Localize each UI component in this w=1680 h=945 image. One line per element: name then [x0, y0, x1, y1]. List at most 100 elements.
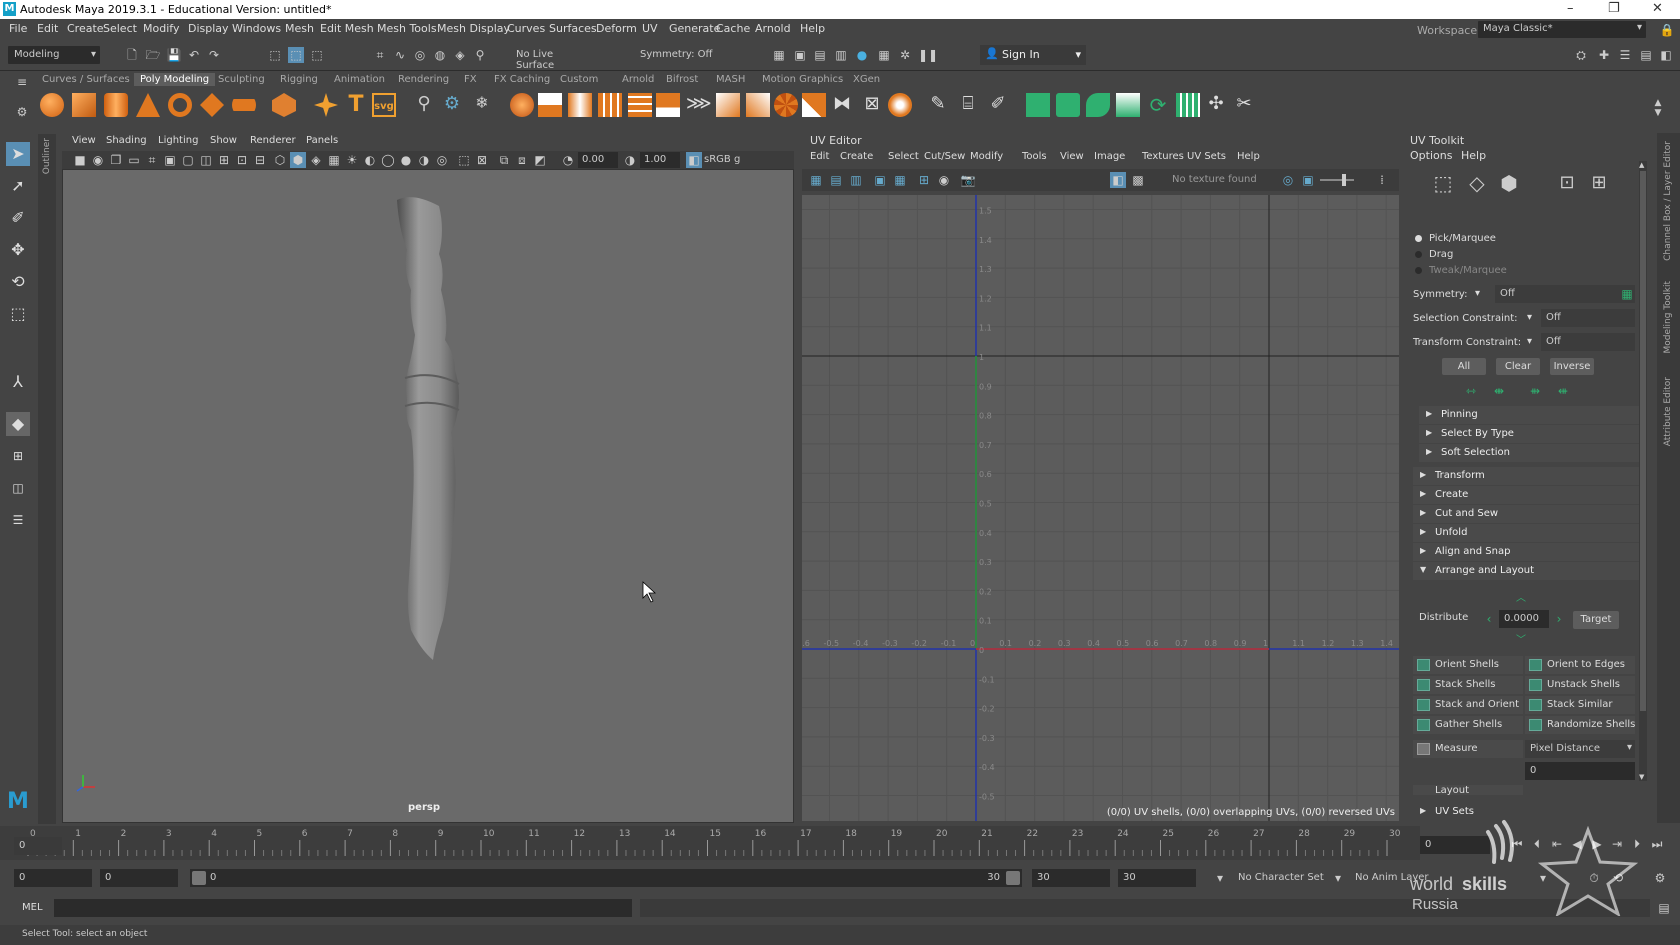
- playback-end-field[interactable]: 30: [1032, 869, 1110, 887]
- gather-shells-button[interactable]: Gather Shells: [1413, 716, 1523, 734]
- target-weld-icon[interactable]: [716, 93, 740, 117]
- use-all-lights-icon[interactable]: ☀: [344, 152, 360, 168]
- shelf-tab-motion-graphics[interactable]: Motion Graphics: [762, 74, 843, 85]
- viewport-menu-show[interactable]: Show: [210, 135, 237, 146]
- xray-joints-icon[interactable]: ⧉: [496, 152, 512, 168]
- uv-grid-canvas[interactable]: 1.5 1.4 1.3 1.2 1.1 1 0.9 0.8 0.7 0.6 0.5 0.4 0.3 0.2…: [802, 195, 1399, 821]
- uv-unfold-icon[interactable]: [1056, 93, 1080, 117]
- bookmark-icon[interactable]: ❐: [108, 152, 124, 168]
- live-surface-field[interactable]: No Live Surface: [510, 46, 595, 71]
- planar-mapping-icon[interactable]: ✎: [926, 93, 950, 117]
- randomize-shells-button[interactable]: Randomize Shells: [1525, 716, 1635, 734]
- close-icon[interactable]: ✕: [1652, 1, 1663, 16]
- section-pinning[interactable]: Pinning: [1419, 406, 1639, 424]
- script-editor-icon[interactable]: ▤: [1656, 900, 1672, 916]
- viewport-menu-view[interactable]: View: [72, 135, 96, 146]
- combine-icon[interactable]: ⚲: [412, 93, 436, 117]
- minimize-icon[interactable]: –: [1567, 1, 1574, 16]
- uv-border-icon[interactable]: ▣: [872, 172, 888, 188]
- select-object-icon[interactable]: ⬚: [288, 47, 304, 63]
- chevron-down-icon[interactable]: ▾: [1475, 288, 1480, 299]
- menu-modify[interactable]: Modify: [143, 22, 179, 35]
- attribute-editor-icon[interactable]: ✚: [1596, 47, 1612, 63]
- motion-blur-icon[interactable]: ●: [398, 152, 414, 168]
- exposure-slider[interactable]: [1320, 179, 1354, 181]
- poly-cube-icon[interactable]: [72, 93, 96, 117]
- uv-layout-icon[interactable]: [1086, 93, 1110, 117]
- film-gate-icon[interactable]: ▣: [162, 152, 178, 168]
- shrink-selection-icon[interactable]: ⇼: [1491, 383, 1507, 399]
- smooth-shade-icon[interactable]: ⬢: [290, 152, 306, 168]
- uv-menu-create[interactable]: Create: [840, 151, 873, 162]
- section-transform[interactable]: Transform: [1413, 467, 1639, 485]
- gamma-value-icon[interactable]: ◑: [622, 152, 638, 168]
- sign-in-button[interactable]: 👤 Sign In ▾: [980, 45, 1086, 65]
- undo-icon[interactable]: ↶: [186, 47, 202, 63]
- orient-to-edges-button[interactable]: Orient to Edges: [1525, 656, 1635, 674]
- auto-key-icon[interactable]: ⟲: [1610, 870, 1626, 886]
- poly-cone-icon[interactable]: [136, 93, 160, 117]
- select-uv-shell-icon[interactable]: ⊡: [1555, 174, 1579, 199]
- section-unfold[interactable]: Unfold: [1413, 524, 1639, 542]
- quad-draw-icon[interactable]: [774, 93, 798, 117]
- shelf-tab-rigging[interactable]: Rigging: [280, 74, 318, 85]
- uv-menu-tools[interactable]: Tools: [1022, 151, 1047, 162]
- shelf-settings-icon[interactable]: ⚙: [14, 104, 30, 120]
- scroll-up-icon[interactable]: ▲: [1639, 161, 1644, 169]
- transform-constraint-dropdown[interactable]: Off: [1541, 333, 1635, 351]
- menu-mesh-tools[interactable]: Mesh Tools: [377, 22, 437, 35]
- menu-create[interactable]: Create: [67, 22, 104, 35]
- shelf-menu-icon[interactable]: ≡: [14, 74, 30, 90]
- texture-dropdown[interactable]: No texture found: [1172, 174, 1257, 185]
- resolution-gate-icon[interactable]: ▢: [180, 152, 196, 168]
- chevron-down-icon[interactable]: ▾: [1527, 312, 1532, 323]
- distribute-down-icon[interactable]: ﹀: [1513, 633, 1529, 649]
- uv-menu-modify[interactable]: Modify: [970, 151, 1003, 162]
- select-all-button[interactable]: All: [1442, 358, 1486, 375]
- menu-deform[interactable]: Deform: [596, 22, 637, 35]
- outliner-layout-icon[interactable]: ☰: [6, 508, 30, 532]
- snap-curve-icon[interactable]: ∿: [392, 47, 408, 63]
- shelf-scroll-down-icon[interactable]: ▼: [1650, 105, 1666, 121]
- clear-selection-button[interactable]: Clear: [1496, 358, 1540, 375]
- field-chart-icon[interactable]: ⊞: [216, 152, 232, 168]
- two-view-layout-icon[interactable]: ◫: [6, 476, 30, 500]
- uv-menu-uv-sets[interactable]: UV Sets: [1187, 151, 1226, 162]
- section-select-by-type[interactable]: Select By Type: [1419, 425, 1639, 443]
- toolbar-collapse-icon[interactable]: ⁞: [1374, 172, 1390, 188]
- menu-select[interactable]: Select: [103, 22, 137, 35]
- uv-cut-icon[interactable]: [1116, 93, 1140, 117]
- multi-cut-icon[interactable]: ⋙: [686, 93, 712, 117]
- range-start-handle[interactable]: [192, 871, 206, 885]
- unstack-shells-button[interactable]: Unstack Shells: [1525, 676, 1635, 694]
- wireframe-icon[interactable]: ⬡: [272, 152, 288, 168]
- measure-button[interactable]: Measure: [1413, 740, 1523, 758]
- attribute-editor-tab[interactable]: Attribute Editor: [1663, 377, 1673, 446]
- rotate-tool-icon[interactable]: ⟲: [6, 270, 30, 294]
- workspace-dropdown[interactable]: Maya Classic* ▾: [1478, 21, 1646, 38]
- section-cut-and-sew[interactable]: Cut and Sew: [1413, 505, 1639, 523]
- invert-selection-button[interactable]: Inverse: [1550, 358, 1594, 375]
- bevel-icon[interactable]: [598, 93, 622, 117]
- select-tool-icon[interactable]: ➤: [6, 142, 30, 166]
- uv-snapshot-camera-icon[interactable]: 📷: [960, 172, 976, 188]
- manipulator-icon[interactable]: ⅄: [6, 370, 30, 394]
- animation-start-field[interactable]: 0: [14, 869, 92, 887]
- uv-frame-icon[interactable]: ▥: [848, 172, 864, 188]
- toolkit-scrollbar[interactable]: ▲ ▼: [1639, 161, 1647, 781]
- step-forward-icon[interactable]: ⏵: [1629, 836, 1645, 852]
- range-end-handle[interactable]: [1006, 871, 1020, 885]
- chevron-down-icon[interactable]: ▾: [1527, 336, 1532, 347]
- orient-shells-button[interactable]: Orient Shells: [1413, 656, 1523, 674]
- uv-checker-toggle-icon[interactable]: ⊞: [916, 172, 932, 188]
- uv-menu-cut-sew[interactable]: Cut/Sew: [924, 151, 965, 162]
- extrude-icon[interactable]: [538, 93, 562, 117]
- shelf-tab-arnold[interactable]: Arnold: [622, 74, 654, 85]
- menu-file[interactable]: File: [9, 22, 27, 35]
- select-component-icon[interactable]: ⬚: [309, 47, 325, 63]
- gate-mask-icon[interactable]: ◫: [198, 152, 214, 168]
- measure-type-dropdown[interactable]: Pixel Distance ▾: [1525, 740, 1635, 758]
- save-scene-icon[interactable]: 💾: [166, 47, 182, 63]
- symmetry-dropdown[interactable]: Symmetry: Off: [634, 46, 724, 64]
- step-back-icon[interactable]: ⏴: [1529, 836, 1545, 852]
